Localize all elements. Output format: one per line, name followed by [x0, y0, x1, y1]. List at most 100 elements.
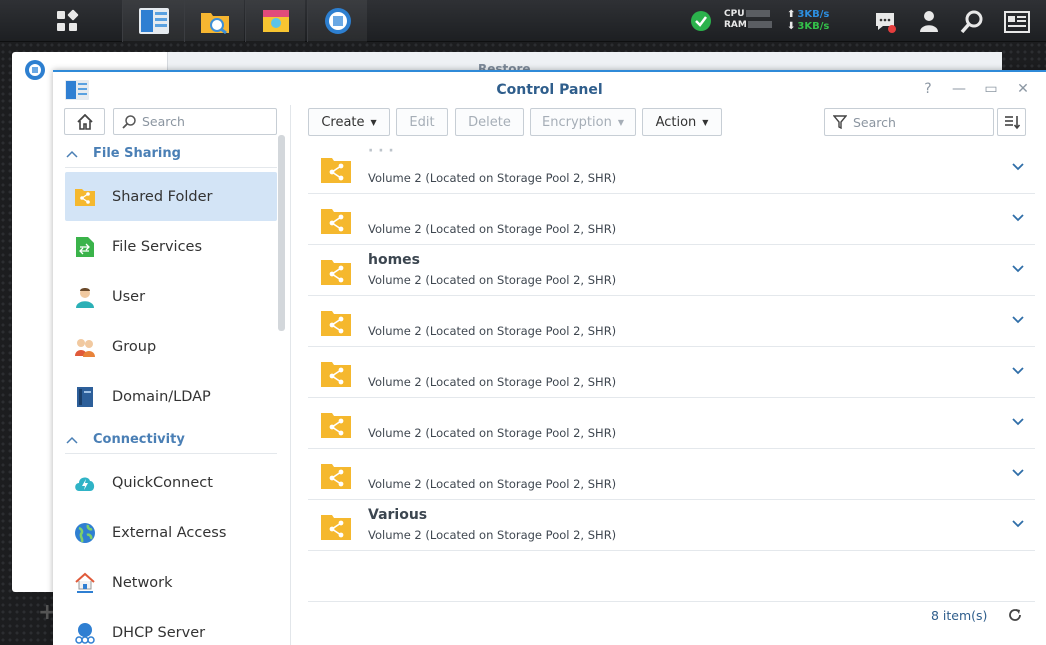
taskbar-file-station[interactable] [184, 0, 244, 42]
folder-row[interactable]: Volume 2 (Located on Storage Pool 2, SHR… [308, 347, 1035, 398]
sidebar-item-quickconnect[interactable]: QuickConnect [65, 458, 277, 507]
folder-location: Volume 2 (Located on Storage Pool 2, SHR… [368, 528, 617, 542]
user-account-icon[interactable] [917, 9, 941, 33]
sidebar: File Sharing Shared Folder File Services… [53, 105, 291, 645]
taskbar-control-panel[interactable] [122, 0, 184, 42]
widgets-icon[interactable] [1004, 11, 1030, 33]
chevron-down-icon[interactable] [1011, 517, 1025, 531]
divider [65, 167, 277, 168]
taskbar: CPU RAM ⬆ 3KB/s ⬇ 3KB/s [0, 0, 1046, 42]
home-button[interactable] [64, 108, 105, 135]
folder-row[interactable]: Volume 2 (Located on Storage Pool 2, SHR… [308, 296, 1035, 347]
sidebar-item-label: File Services [112, 238, 203, 255]
folder-row[interactable]: homes Volume 2 (Located on Storage Pool … [308, 245, 1035, 296]
action-label: Action [655, 114, 697, 130]
maximize-button[interactable]: ▭ [981, 80, 1001, 98]
minimize-button[interactable]: — [949, 80, 969, 98]
download-speed: 3KB/s [797, 21, 830, 32]
close-button[interactable]: ✕ [1013, 80, 1033, 98]
folder-location: Volume 2 (Located on Storage Pool 2, SHR… [368, 273, 617, 287]
folder-row[interactable]: Volume 2 (Located on Storage Pool 2, SHR… [308, 449, 1035, 500]
status-ok-icon[interactable] [690, 10, 712, 32]
sidebar-item-label: QuickConnect [112, 474, 213, 491]
sidebar-item-shared-folder[interactable]: Shared Folder [65, 172, 277, 221]
sidebar-search-input[interactable] [142, 114, 262, 129]
taskbar-package-center[interactable] [245, 0, 305, 42]
shared-folder-list: · · · Volume 2 (Located on Storage Pool … [308, 143, 1035, 551]
network-speed: ⬆ 3KB/s ⬇ 3KB/s [787, 9, 829, 33]
folder-name: Various [368, 507, 428, 523]
taskbar-hyper-backup[interactable] [307, 0, 367, 42]
sidebar-item-label: User [112, 288, 146, 305]
sidebar-search[interactable] [113, 108, 277, 135]
folder-row[interactable]: · · · Volume 2 (Located on Storage Pool … [308, 143, 1035, 194]
sidebar-item-group[interactable]: Group [65, 322, 277, 371]
caret-down-icon: ▼ [617, 117, 624, 127]
cpu-label: CPU [724, 9, 745, 19]
filter-icon [833, 115, 847, 129]
sort-button[interactable] [997, 108, 1026, 136]
item-count: 8 item(s) [931, 608, 988, 623]
section-label: File Sharing [93, 146, 181, 161]
domain-ldap-icon [74, 386, 96, 408]
resource-monitor[interactable]: CPU RAM [724, 9, 772, 31]
shared-folder-icon [321, 413, 351, 438]
sidebar-item-external-access[interactable]: External Access [65, 508, 277, 557]
folder-name: · · · [368, 143, 394, 159]
package-center-icon [262, 10, 289, 32]
folder-location: Volume 2 (Located on Storage Pool 2, SHR… [368, 324, 617, 338]
upload-arrow-icon: ⬆ [787, 9, 796, 20]
chevron-down-icon[interactable] [1011, 262, 1025, 276]
download-arrow-icon: ⬇ [787, 21, 796, 32]
sidebar-item-file-services[interactable]: File Services [65, 222, 277, 271]
chevron-down-icon[interactable] [1011, 364, 1025, 378]
file-station-icon [200, 13, 229, 35]
encryption-button[interactable]: Encryption ▼ [530, 108, 636, 136]
search-icon[interactable] [960, 10, 984, 34]
sidebar-item-domain-ldap[interactable]: Domain/LDAP [65, 372, 277, 421]
shared-folder-icon [321, 158, 351, 183]
main-menu-icon [57, 9, 79, 31]
section-connectivity[interactable]: Connectivity [66, 432, 185, 447]
folder-row[interactable]: Various Volume 2 (Located on Storage Poo… [308, 500, 1035, 551]
dhcp-server-icon [74, 622, 96, 644]
chevron-up-icon [66, 436, 78, 444]
folder-search[interactable] [824, 108, 994, 136]
chevron-down-icon[interactable] [1011, 466, 1025, 480]
sidebar-item-label: Shared Folder [112, 188, 213, 205]
folder-search-input[interactable] [853, 114, 983, 130]
edit-label: Edit [409, 114, 435, 130]
create-button[interactable]: Create ▼ [308, 108, 390, 136]
section-file-sharing[interactable]: File Sharing [66, 146, 181, 161]
chevron-down-icon[interactable] [1011, 313, 1025, 327]
encryption-label: Encryption [542, 114, 612, 130]
folder-location: Volume 2 (Located on Storage Pool 2, SHR… [368, 426, 617, 440]
chevron-down-icon[interactable] [1011, 160, 1025, 174]
folder-location: Volume 2 (Located on Storage Pool 2, SHR… [368, 171, 617, 185]
delete-label: Delete [468, 114, 511, 130]
sidebar-item-label: DHCP Server [112, 624, 206, 641]
folder-row[interactable]: Volume 2 (Located on Storage Pool 2, SHR… [308, 194, 1035, 245]
main-menu-button[interactable] [38, 0, 96, 42]
refresh-icon[interactable] [1008, 608, 1022, 622]
sidebar-item-user[interactable]: User [65, 272, 277, 321]
divider [65, 453, 277, 454]
main-panel: Create ▼ Edit Delete Encryption ▼ Action ▼ … [292, 105, 1046, 645]
sidebar-item-network[interactable]: Network [65, 558, 277, 607]
window-title: Control Panel [496, 82, 603, 98]
user-icon [74, 286, 96, 308]
help-button[interactable]: ? [918, 80, 938, 98]
folder-row[interactable]: Volume 2 (Located on Storage Pool 2, SHR… [308, 398, 1035, 449]
shared-folder-icon [74, 186, 96, 208]
notifications-icon[interactable] [873, 10, 897, 34]
edit-button[interactable]: Edit [396, 108, 448, 136]
sidebar-item-dhcp-server[interactable]: DHCP Server [65, 608, 277, 645]
delete-button[interactable]: Delete [455, 108, 524, 136]
chevron-down-icon[interactable] [1011, 415, 1025, 429]
sidebar-item-label: Domain/LDAP [112, 388, 211, 405]
chevron-down-icon[interactable] [1011, 211, 1025, 225]
window-titlebar[interactable]: Control Panel ? — ▭ ✕ [53, 72, 1046, 105]
ram-label: RAM [724, 20, 747, 30]
sidebar-scrollbar[interactable] [278, 135, 285, 331]
action-button[interactable]: Action ▼ [642, 108, 722, 136]
